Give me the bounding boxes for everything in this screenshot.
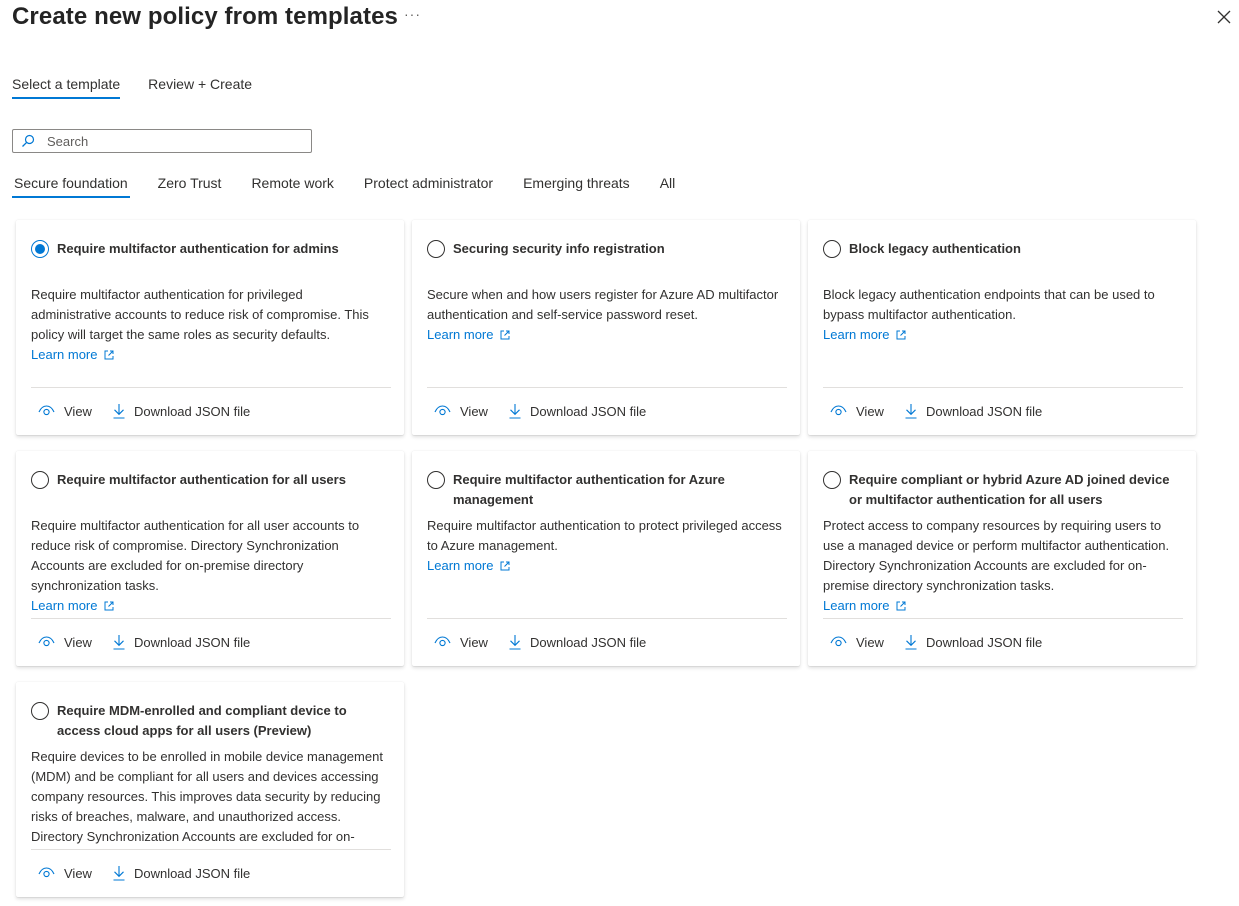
external-link-icon: [104, 350, 114, 360]
close-icon[interactable]: [1214, 7, 1234, 27]
search-input[interactable]: [47, 133, 297, 149]
learn-more-link[interactable]: Learn more: [823, 598, 906, 613]
template-card[interactable]: Securing security info registration Secu…: [412, 220, 800, 435]
more-options-icon[interactable]: ···: [404, 6, 421, 22]
external-link-icon: [500, 330, 510, 340]
template-title: Block legacy authentication: [849, 241, 1021, 256]
learn-more-link[interactable]: Learn more: [31, 347, 114, 362]
page-title: Create new policy from templates: [12, 3, 398, 30]
view-button[interactable]: View: [434, 404, 488, 419]
eye-icon: [38, 636, 55, 647]
download-json-button[interactable]: Download JSON file: [113, 865, 250, 881]
download-icon: [509, 404, 521, 419]
template-radio[interactable]: [427, 471, 445, 489]
external-link-icon: [104, 601, 114, 611]
eye-icon: [38, 867, 55, 878]
download-json-button[interactable]: Download JSON file: [905, 634, 1042, 650]
download-json-button[interactable]: Download JSON file: [905, 403, 1042, 419]
download-icon: [113, 635, 125, 650]
tab-protect-administrator[interactable]: Protect administrator: [362, 175, 495, 198]
tab-review-create[interactable]: Review + Create: [148, 76, 252, 99]
external-link-icon: [896, 330, 906, 340]
learn-more-link[interactable]: Learn more: [427, 327, 510, 342]
download-json-button[interactable]: Download JSON file: [113, 403, 250, 419]
download-json-button[interactable]: Download JSON file: [509, 634, 646, 650]
view-button[interactable]: View: [830, 404, 884, 419]
category-tabs: Secure foundation Zero Trust Remote work…: [12, 175, 703, 198]
view-button[interactable]: View: [38, 866, 92, 881]
wizard-tabs: Select a template Review + Create: [12, 76, 280, 99]
template-title: Securing security info registration: [453, 241, 665, 256]
tab-all[interactable]: All: [658, 175, 678, 198]
template-card[interactable]: Require MDM-enrolled and compliant devic…: [16, 682, 404, 897]
template-title: Require MDM-enrolled and compliant devic…: [57, 703, 347, 738]
template-title: Require multifactor authentication for a…: [57, 472, 346, 487]
template-description: Block legacy authentication endpoints th…: [823, 287, 1155, 322]
learn-more-link[interactable]: Learn more: [31, 598, 114, 613]
download-json-button[interactable]: Download JSON file: [113, 634, 250, 650]
template-card[interactable]: Block legacy authentication Block legacy…: [808, 220, 1196, 435]
template-description: Require multifactor authentication for p…: [31, 287, 369, 342]
external-link-icon: [500, 561, 510, 571]
download-icon: [113, 866, 125, 881]
template-title: Require multifactor authentication for a…: [57, 241, 339, 256]
learn-more-link[interactable]: Learn more: [823, 327, 906, 342]
template-radio[interactable]: [823, 471, 841, 489]
template-card[interactable]: Require compliant or hybrid Azure AD joi…: [808, 451, 1196, 666]
template-radio[interactable]: [31, 702, 49, 720]
eye-icon: [830, 405, 847, 416]
eye-icon: [830, 636, 847, 647]
tab-select-a-template[interactable]: Select a template: [12, 76, 121, 99]
search-box: [12, 129, 312, 153]
eye-icon: [38, 405, 55, 416]
template-description: Protect access to company resources by r…: [823, 518, 1170, 593]
learn-more-link[interactable]: Learn more: [427, 558, 510, 573]
template-title: Require compliant or hybrid Azure AD joi…: [849, 472, 1170, 507]
download-icon: [905, 404, 917, 419]
eye-icon: [434, 636, 451, 647]
template-radio[interactable]: [31, 240, 49, 258]
view-button[interactable]: View: [830, 635, 884, 650]
download-icon: [113, 404, 125, 419]
download-json-button[interactable]: Download JSON file: [509, 403, 646, 419]
tab-zero-trust[interactable]: Zero Trust: [156, 175, 224, 198]
view-button[interactable]: View: [434, 635, 488, 650]
template-description: Require multifactor authentication to pr…: [427, 518, 782, 553]
template-title: Require multifactor authentication for A…: [453, 472, 725, 507]
view-button[interactable]: View: [38, 404, 92, 419]
template-description: Require devices to be enrolled in mobile…: [31, 749, 383, 844]
tab-emerging-threats[interactable]: Emerging threats: [521, 175, 632, 198]
template-radio[interactable]: [427, 240, 445, 258]
template-card[interactable]: Require multifactor authentication for a…: [16, 451, 404, 666]
template-description: Require multifactor authentication for a…: [31, 518, 360, 593]
template-description: Secure when and how users register for A…: [427, 287, 779, 322]
template-radio[interactable]: [823, 240, 841, 258]
template-radio[interactable]: [31, 471, 49, 489]
download-icon: [509, 635, 521, 650]
tab-secure-foundation[interactable]: Secure foundation: [12, 175, 130, 198]
template-card[interactable]: Require multifactor authentication for A…: [412, 451, 800, 666]
search-icon: [22, 134, 35, 147]
tab-remote-work[interactable]: Remote work: [249, 175, 335, 198]
template-card[interactable]: Require multifactor authentication for a…: [16, 220, 404, 435]
external-link-icon: [896, 601, 906, 611]
eye-icon: [434, 405, 451, 416]
view-button[interactable]: View: [38, 635, 92, 650]
download-icon: [905, 635, 917, 650]
